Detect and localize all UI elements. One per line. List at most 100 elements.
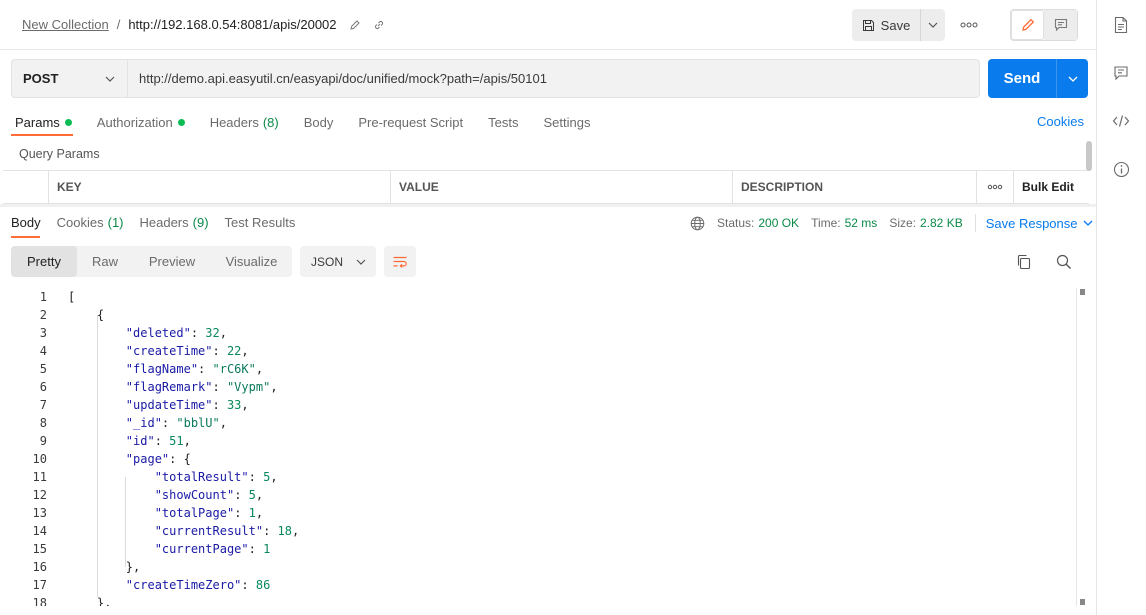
line-number: 9 <box>39 434 47 448</box>
send-button[interactable]: Send <box>988 59 1056 98</box>
view-mode-toggle <box>1010 9 1078 41</box>
indent-guide <box>125 477 126 567</box>
query-params-table-header: KEY VALUE DESCRIPTION Bulk Edit <box>3 170 1089 204</box>
code-text: "id": 51, <box>125 434 191 448</box>
code-line: 11 "totalResult": 5, <box>0 468 1074 486</box>
params-status-dot <box>64 118 72 126</box>
code-snippet-icon[interactable] <box>1112 112 1130 130</box>
code-line: 6 "flagRemark": "Vypm", <box>0 378 1074 396</box>
query-params-title: Query Params <box>19 147 100 161</box>
link-icon[interactable] <box>373 19 385 31</box>
response-tabs: Body Cookies (1) Headers (9) Test Result… <box>11 214 311 230</box>
scroll-up-arrow[interactable] <box>1080 289 1085 295</box>
more-options-icon[interactable] <box>958 18 980 32</box>
line-number: 1 <box>39 290 47 304</box>
save-button-group: Save <box>852 9 945 41</box>
save-icon <box>862 19 874 31</box>
bulk-edit-button[interactable]: Bulk Edit <box>1013 171 1089 203</box>
time-stat[interactable]: Time: 52 ms <box>811 216 877 230</box>
format-pretty-button[interactable]: Pretty <box>11 246 77 277</box>
request-pane-scrollbar[interactable] <box>1086 141 1092 171</box>
chevron-down-icon <box>928 22 938 28</box>
tab-settings[interactable]: Settings <box>543 114 590 130</box>
documentation-icon[interactable] <box>1112 16 1130 34</box>
size-stat[interactable]: Size: 2.82 KB <box>889 216 962 230</box>
line-number: 7 <box>39 398 47 412</box>
scroll-down-arrow[interactable] <box>1080 599 1085 605</box>
tab-response-headers[interactable]: Headers (9) <box>140 214 209 230</box>
active-tab-indicator <box>11 134 73 136</box>
save-response-button[interactable]: Save Response <box>986 216 1094 231</box>
tab-body[interactable]: Body <box>304 114 334 130</box>
wrap-lines-button[interactable] <box>384 246 416 277</box>
wrap-lines-icon <box>393 256 407 268</box>
line-number: 2 <box>39 308 47 322</box>
save-button[interactable]: Save <box>852 9 920 41</box>
chevron-down-icon <box>1068 76 1077 82</box>
comment-mode-button[interactable] <box>1044 10 1077 40</box>
tab-tests[interactable]: Tests <box>488 114 518 130</box>
breadcrumb-collection-link[interactable]: New Collection <box>22 17 109 32</box>
line-number: 8 <box>39 416 47 430</box>
column-key: KEY <box>48 171 390 203</box>
cookies-link[interactable]: Cookies <box>1037 114 1084 129</box>
column-description: DESCRIPTION <box>732 171 976 203</box>
language-select-value: JSON <box>311 254 344 269</box>
tab-params[interactable]: Params <box>15 114 72 130</box>
pane-divider[interactable] <box>0 204 1096 207</box>
language-select[interactable]: JSON <box>300 246 376 277</box>
tab-authorization[interactable]: Authorization <box>97 114 185 130</box>
code-line: 2 { <box>0 306 1074 324</box>
stats-divider <box>974 214 976 232</box>
line-number: 15 <box>32 542 47 556</box>
breadcrumb: New Collection / http://192.168.0.54:808… <box>22 17 385 32</box>
response-body-viewer[interactable]: 1[2 {3 "deleted": 32, 4 "createTime": 22,… <box>0 288 1074 606</box>
line-number: 4 <box>39 344 47 358</box>
send-button-group: Send <box>988 59 1088 98</box>
copy-icon[interactable] <box>1015 253 1033 271</box>
response-format-tabs: Pretty Raw Preview Visualize <box>11 246 292 277</box>
tab-response-body[interactable]: Body <box>11 214 41 230</box>
tab-pre-request-script[interactable]: Pre-request Script <box>358 114 463 130</box>
save-options-button[interactable] <box>920 9 945 41</box>
row-checkbox-column <box>3 171 48 203</box>
status-stat[interactable]: Status: 200 OK <box>717 216 799 230</box>
url-text: http://demo.api.easyutil.cn/easyapi/doc/… <box>139 71 547 86</box>
size-value: 2.82 KB <box>920 216 963 230</box>
search-icon[interactable] <box>1055 253 1073 271</box>
save-label: Save <box>880 17 911 33</box>
format-visualize-button[interactable]: Visualize <box>211 246 292 277</box>
format-preview-button[interactable]: Preview <box>133 246 211 277</box>
method-select[interactable]: POST <box>11 59 127 98</box>
request-title[interactable]: http://192.168.0.54:8081/apis/20002 <box>128 17 336 32</box>
code-text: "currentResult": 18, <box>154 524 300 538</box>
code-line: 5 "flagName": "rC6K", <box>0 360 1074 378</box>
send-options-button[interactable] <box>1056 59 1088 98</box>
code-text: "createTime": 22, <box>125 344 249 358</box>
globe-icon[interactable] <box>690 216 705 231</box>
code-text: "_id": "bblU", <box>125 416 227 430</box>
info-icon[interactable] <box>1112 160 1130 178</box>
indent-guide <box>97 315 98 597</box>
column-options-icon[interactable] <box>976 171 1013 203</box>
response-body-scrollbar[interactable] <box>1076 288 1086 606</box>
request-tabs: Params Authorization Headers (8) Body Pr… <box>15 114 615 130</box>
edit-mode-button[interactable] <box>1011 10 1044 40</box>
code-line: 12 "showCount": 5, <box>0 486 1074 504</box>
format-raw-button[interactable]: Raw <box>77 246 133 277</box>
code-text: [ <box>68 290 76 304</box>
url-input[interactable]: http://demo.api.easyutil.cn/easyapi/doc/… <box>127 59 980 98</box>
comments-icon[interactable] <box>1112 64 1130 82</box>
tab-headers[interactable]: Headers (8) <box>210 114 279 130</box>
line-number: 17 <box>32 578 47 592</box>
tab-response-cookies[interactable]: Cookies (1) <box>57 214 124 230</box>
active-response-tab-indicator <box>11 236 40 238</box>
comment-icon <box>1054 18 1067 32</box>
code-text: }, <box>68 596 112 606</box>
line-number: 18 <box>32 596 47 606</box>
code-line: 15 "currentPage": 1 <box>0 540 1074 558</box>
line-number: 6 <box>39 380 47 394</box>
breadcrumb-separator: / <box>116 17 121 32</box>
pencil-icon[interactable] <box>349 19 361 31</box>
tab-test-results[interactable]: Test Results <box>225 214 296 230</box>
